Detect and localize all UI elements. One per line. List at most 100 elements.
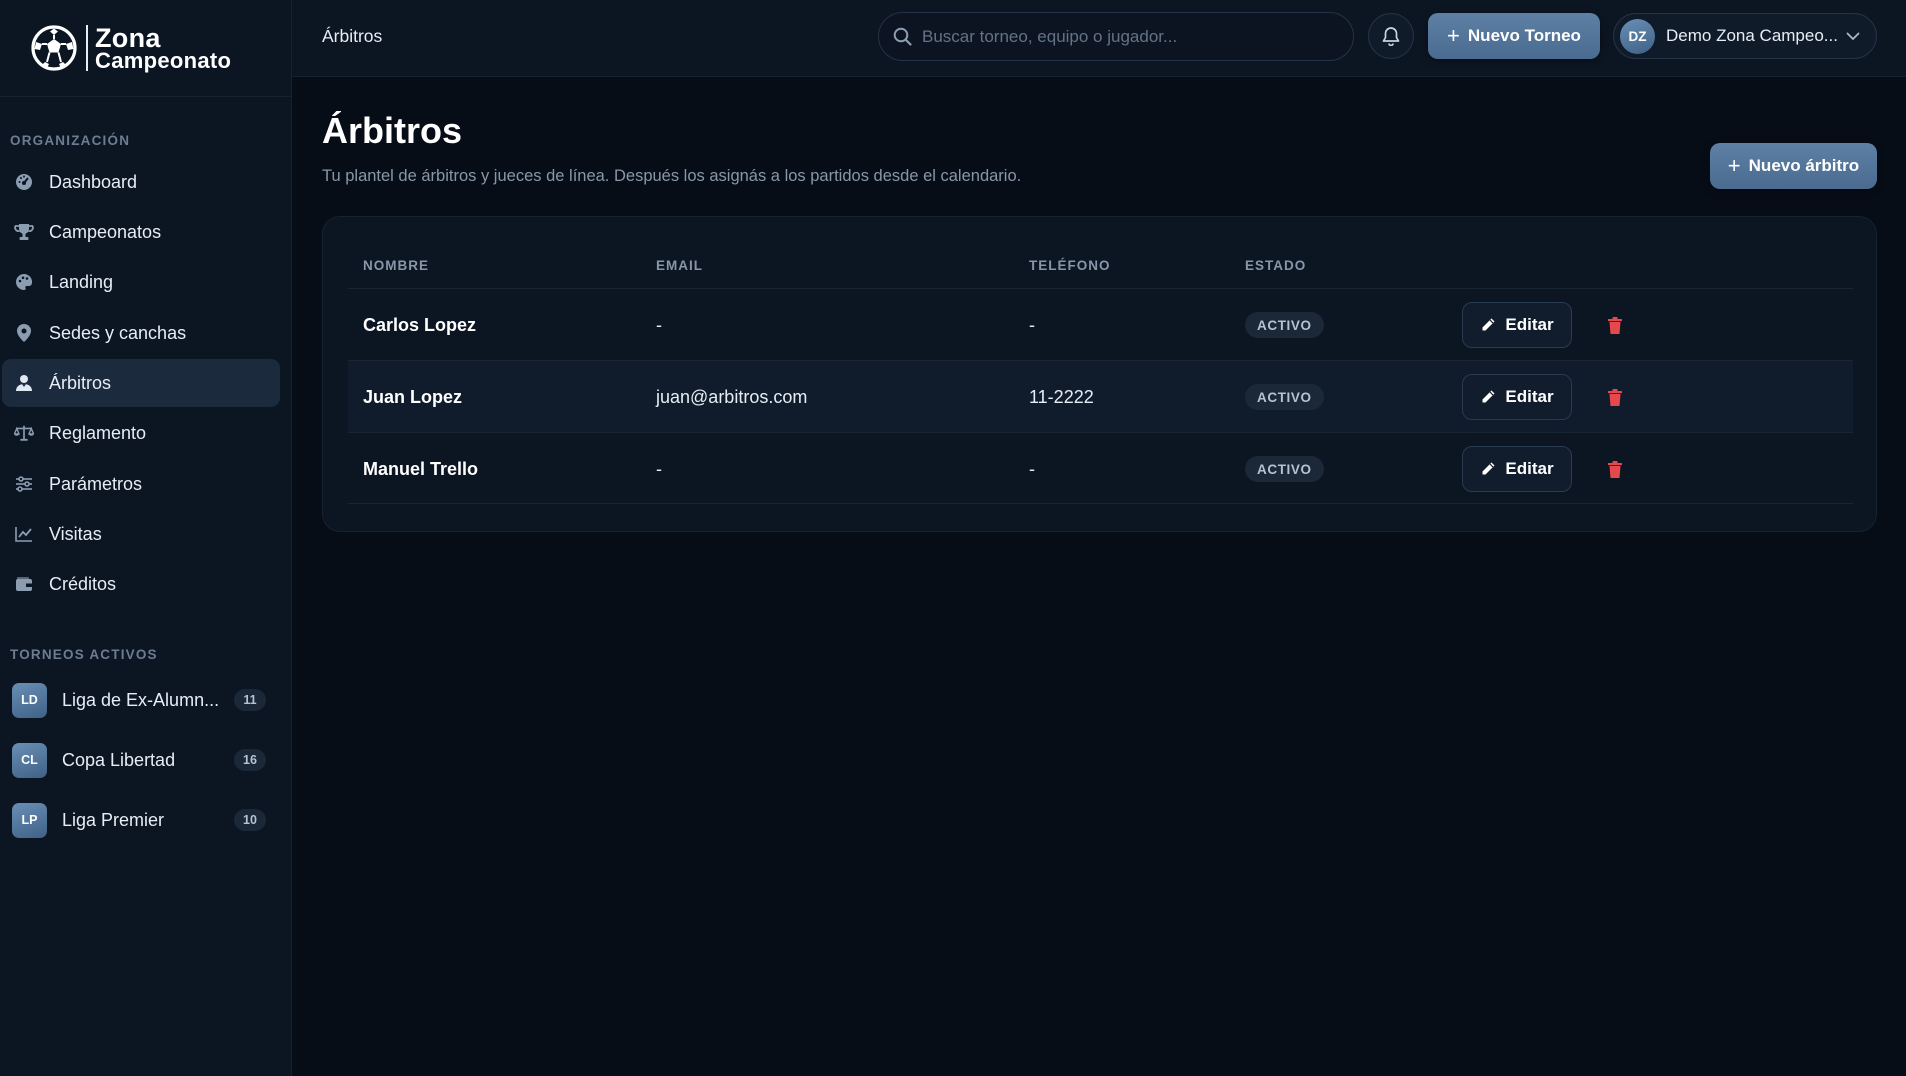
delete-button[interactable] <box>1603 313 1627 337</box>
referee-phone: - <box>1029 458 1035 479</box>
edit-label: Editar <box>1505 315 1554 334</box>
brand-line-2: Campeonato <box>95 47 232 73</box>
sliders-icon <box>14 474 34 494</box>
sidebar-item-landing[interactable]: Landing <box>2 258 280 306</box>
brand-logo[interactable]: Zona Campeonato <box>0 0 291 97</box>
location-pin-icon <box>14 323 34 343</box>
tournament-name: Copa Libertad <box>62 749 176 770</box>
sidebar-item-campeonatos[interactable]: Campeonatos <box>2 208 280 256</box>
avatar: DZ <box>1620 18 1655 54</box>
referees-table-card: NOMBRE EMAIL TELÉFONO ESTADO Carlos Lope… <box>322 216 1877 532</box>
edit-button[interactable]: Editar <box>1462 302 1572 348</box>
status-badge: ACTIVO <box>1245 384 1324 410</box>
trophy-icon <box>14 222 34 242</box>
sidebar-item-sedes[interactable]: Sedes y canchas <box>2 309 280 357</box>
status-badge: ACTIVO <box>1245 456 1324 482</box>
referee-icon <box>14 373 34 393</box>
sidebar-item-label: Campeonatos <box>49 221 162 242</box>
plus-icon: + <box>1447 23 1460 48</box>
section-title-torneos: TORNEOS ACTIVOS <box>10 647 158 662</box>
breadcrumb[interactable]: Árbitros <box>322 26 382 47</box>
notifications-button[interactable] <box>1368 13 1414 59</box>
dashboard-icon <box>14 172 34 192</box>
wallet-icon <box>14 574 34 594</box>
edit-label: Editar <box>1505 387 1554 406</box>
tournament-item[interactable]: LP Liga Premier 10 <box>12 800 266 840</box>
search-input[interactable] <box>922 26 1322 47</box>
palette-icon <box>14 272 34 292</box>
column-header-phone: TELÉFONO <box>1029 258 1111 273</box>
referee-email: - <box>656 458 662 479</box>
edit-button[interactable]: Editar <box>1462 446 1572 492</box>
new-referee-label: Nuevo árbitro <box>1748 156 1860 175</box>
tournament-count-badge: 10 <box>234 809 266 831</box>
column-header-name: NOMBRE <box>363 258 429 273</box>
sidebar-item-label: Reglamento <box>49 422 147 443</box>
tournament-name: Liga de Ex-Alumn... <box>62 689 220 710</box>
logo-divider <box>86 25 88 71</box>
trash-icon <box>1608 388 1622 406</box>
scale-icon <box>14 423 34 443</box>
page-subtitle: Tu plantel de árbitros y jueces de línea… <box>322 167 1022 185</box>
search-icon <box>893 27 912 46</box>
edit-button[interactable]: Editar <box>1462 374 1572 420</box>
plus-icon: + <box>1727 153 1741 178</box>
delete-button[interactable] <box>1603 385 1627 409</box>
table-row: Manuel Trello - - ACTIVO Editar <box>348 432 1853 504</box>
table-row: Juan Lopez juan@arbitros.com 11-2222 ACT… <box>348 360 1853 432</box>
tournament-item[interactable]: LD Liga de Ex-Alumn... 11 <box>12 680 266 720</box>
referee-email: juan@arbitros.com <box>656 386 808 407</box>
referee-phone: 11-2222 <box>1029 386 1094 407</box>
referee-name: Carlos Lopez <box>363 314 477 335</box>
sidebar-item-dashboard[interactable]: Dashboard <box>2 158 280 206</box>
sidebar-item-label: Visitas <box>49 523 102 544</box>
section-title-organizacion: ORGANIZACIÓN <box>10 133 131 148</box>
tournament-count-badge: 16 <box>234 749 266 771</box>
tournament-item[interactable]: CL Copa Libertad 16 <box>12 740 266 780</box>
sidebar-item-label: Parámetros <box>49 473 143 494</box>
delete-button[interactable] <box>1603 457 1627 481</box>
referee-phone: - <box>1029 314 1035 335</box>
column-header-status: ESTADO <box>1245 258 1307 273</box>
topbar: Árbitros + Nuevo Torneo DZ Demo Zona Cam… <box>292 0 1906 77</box>
referee-email: - <box>656 314 662 335</box>
trash-icon <box>1608 316 1622 334</box>
referee-name: Manuel Trello <box>363 458 479 479</box>
pencil-icon <box>1482 390 1495 403</box>
pencil-icon <box>1482 318 1495 331</box>
bell-icon <box>1382 27 1400 46</box>
new-tournament-label: Nuevo Torneo <box>1467 26 1581 45</box>
sidebar-item-parametros[interactable]: Parámetros <box>2 460 280 508</box>
trash-icon <box>1608 460 1622 478</box>
tournament-avatar: LP <box>12 802 47 838</box>
page-title: Árbitros <box>322 110 463 151</box>
soccer-ball-icon <box>31 25 77 71</box>
new-referee-button[interactable]: + Nuevo árbitro <box>1710 143 1877 189</box>
status-badge: ACTIVO <box>1245 312 1324 338</box>
tournament-avatar: CL <box>12 742 47 778</box>
user-name: Demo Zona Campeo... <box>1666 26 1838 45</box>
new-tournament-button[interactable]: + Nuevo Torneo <box>1428 13 1600 59</box>
sidebar: Zona Campeonato ORGANIZACIÓN Dashboard C… <box>0 0 292 1076</box>
sidebar-item-label: Árbitros <box>49 372 112 393</box>
tournament-count-badge: 11 <box>234 689 266 711</box>
chevron-down-icon <box>1846 32 1860 40</box>
sidebar-item-arbitros[interactable]: Árbitros <box>2 359 280 407</box>
sidebar-item-label: Sedes y canchas <box>49 322 187 343</box>
tournament-avatar: LD <box>12 682 47 718</box>
sidebar-item-creditos[interactable]: Créditos <box>2 560 280 608</box>
column-header-email: EMAIL <box>656 258 703 273</box>
sidebar-item-reglamento[interactable]: Reglamento <box>2 409 280 457</box>
sidebar-item-label: Créditos <box>49 573 117 594</box>
referee-name: Juan Lopez <box>363 386 463 407</box>
pencil-icon <box>1482 462 1495 475</box>
brand-line-1: Zona <box>95 22 161 53</box>
chart-line-icon <box>14 524 34 544</box>
search-box[interactable] <box>878 12 1354 61</box>
sidebar-item-label: Landing <box>49 271 114 292</box>
table-row: Carlos Lopez - - ACTIVO Editar <box>348 288 1853 360</box>
edit-label: Editar <box>1505 459 1554 478</box>
sidebar-item-visitas[interactable]: Visitas <box>2 510 280 558</box>
tournament-name: Liga Premier <box>62 809 165 830</box>
user-menu[interactable]: DZ Demo Zona Campeo... <box>1613 13 1877 59</box>
